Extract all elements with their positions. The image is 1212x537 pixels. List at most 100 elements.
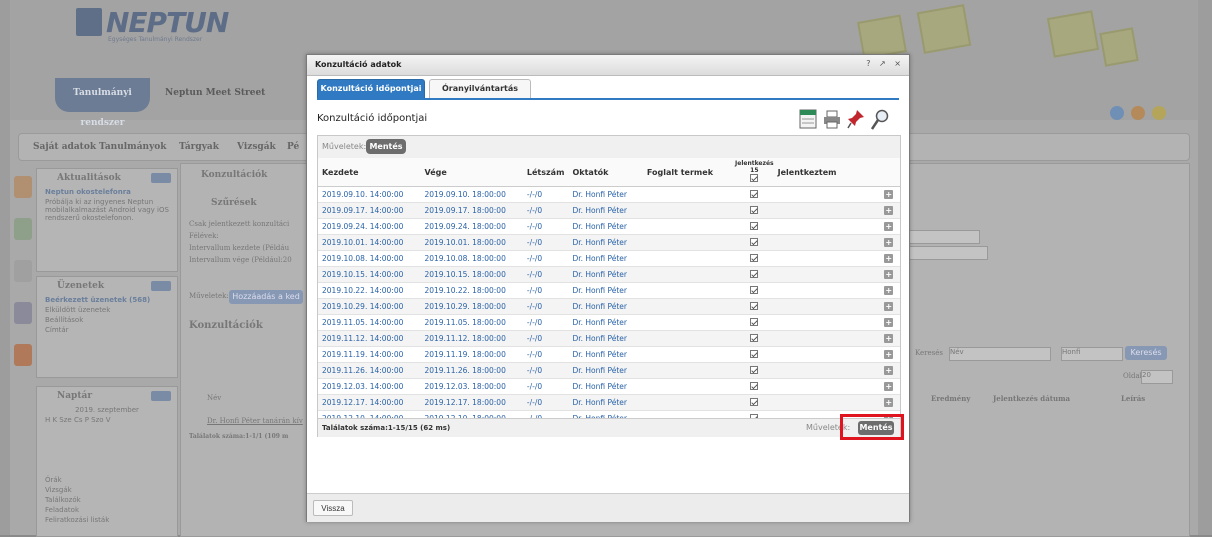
select-all-checkbox[interactable]	[750, 174, 759, 182]
table-row[interactable]: 2019.10.29. 14:00:00 2019.10.29. 18:00:00…	[318, 298, 900, 315]
cell-teacher[interactable]: Dr. Honfi Péter	[568, 266, 643, 283]
cell-end[interactable]: 2019.09.24. 18:00:00	[420, 218, 523, 235]
inbox-link[interactable]: Beérkezett üzenetek (568)	[37, 295, 177, 305]
cell-teacher[interactable]: Dr. Honfi Péter	[568, 378, 643, 395]
cell-end[interactable]: 2019.12.03. 18:00:00	[420, 378, 523, 395]
cell-end[interactable]: 2019.09.10. 18:00:00	[420, 186, 523, 203]
plus-icon[interactable]: +	[884, 238, 894, 247]
col-vege[interactable]: Vége	[420, 158, 523, 187]
jelentkezes-checkbox[interactable]	[750, 205, 759, 214]
cell-teacher[interactable]: Dr. Honfi Péter	[568, 362, 643, 379]
search-field-select[interactable]: Név	[949, 347, 1051, 361]
consultation-row-link[interactable]: Dr. Honfi Péter tanárán kív	[207, 417, 303, 425]
tab-konzultacio-idopontjai[interactable]: Konzultáció időpontjai	[317, 79, 425, 99]
pin-icon[interactable]	[847, 109, 865, 129]
header-link[interactable]: Neptun Meet Street	[165, 88, 265, 98]
cell-start[interactable]: 2019.10.08. 14:00:00	[318, 250, 421, 267]
plus-icon[interactable]: +	[884, 286, 894, 295]
table-row[interactable]: 2019.11.26. 14:00:00 2019.11.26. 18:00:00…	[318, 362, 900, 379]
box-controls[interactable]	[151, 281, 171, 291]
table-row[interactable]: 2019.12.03. 14:00:00 2019.12.03. 18:00:00…	[318, 378, 900, 395]
sent-link[interactable]: Elküldött üzenetek	[37, 305, 177, 315]
help-icon[interactable]	[1130, 106, 1145, 120]
jelentkezes-checkbox[interactable]	[750, 397, 759, 406]
cell-end[interactable]: 2019.09.17. 18:00:00	[420, 202, 523, 219]
save-button-top[interactable]: Mentés	[366, 139, 406, 154]
felev-select[interactable]	[906, 230, 980, 244]
cell-start[interactable]: 2019.10.15. 14:00:00	[318, 266, 421, 283]
plus-icon[interactable]: +	[884, 190, 894, 199]
close-icon[interactable]: ×	[894, 59, 901, 68]
table-row[interactable]: 2019.10.08. 14:00:00 2019.10.08. 18:00:00…	[318, 250, 900, 267]
tab-oranyilvantartas[interactable]: Óranyilvántartás	[429, 79, 531, 99]
jelentkezes-checkbox[interactable]	[750, 253, 759, 262]
nav-item-vizsgak[interactable]: Vizsgák	[237, 142, 276, 152]
back-button[interactable]: Vissza	[313, 500, 353, 516]
box-controls[interactable]	[151, 173, 171, 183]
cell-end[interactable]: 2019.11.12. 18:00:00	[420, 330, 523, 347]
plus-icon[interactable]: +	[884, 206, 894, 215]
table-row[interactable]: 2019.12.17. 14:00:00 2019.12.17. 18:00:00…	[318, 394, 900, 411]
search-button[interactable]: Keresés	[1125, 346, 1167, 360]
cell-teacher[interactable]: Dr. Honfi Péter	[568, 346, 643, 363]
plus-icon[interactable]: +	[884, 350, 894, 359]
jelentkezes-checkbox[interactable]	[750, 301, 759, 310]
jelentkezes-checkbox[interactable]	[750, 269, 759, 278]
table-row[interactable]: 2019.10.15. 14:00:00 2019.10.15. 18:00:00…	[318, 266, 900, 283]
modal-titlebar[interactable]: Konzultáció adatok ? ↗ ×	[307, 55, 909, 76]
table-row[interactable]: 2019.09.10. 14:00:00 2019.09.10. 18:00:00…	[318, 186, 900, 203]
nav-item-tanulmanyok[interactable]: Tanulmányok	[99, 142, 167, 152]
check-feliratkozasi[interactable]: Feliratkozási listák	[37, 515, 177, 525]
plus-icon[interactable]: +	[884, 270, 894, 279]
calendar-icon[interactable]	[14, 302, 32, 324]
globe-icon[interactable]	[1110, 106, 1124, 120]
cell-start[interactable]: 2019.12.17. 14:00:00	[318, 394, 421, 411]
excel-export-icon[interactable]	[799, 109, 817, 129]
jelentkezes-checkbox[interactable]	[750, 349, 759, 358]
cell-start[interactable]: 2019.10.22. 14:00:00	[318, 282, 421, 299]
box-controls[interactable]	[151, 391, 171, 401]
table-row[interactable]: 2019.11.12. 14:00:00 2019.11.12. 18:00:00…	[318, 330, 900, 347]
col-foglalt-termek[interactable]: Foglalt termek	[642, 158, 736, 187]
chat-icon[interactable]	[14, 344, 32, 366]
cell-teacher[interactable]: Dr. Honfi Péter	[568, 330, 643, 347]
check-talalkozok[interactable]: Találkozók	[37, 495, 177, 505]
jelentkezes-checkbox[interactable]	[750, 317, 759, 326]
cell-teacher[interactable]: Dr. Honfi Péter	[568, 234, 643, 251]
cell-teacher[interactable]: Dr. Honfi Péter	[568, 298, 643, 315]
cell-end[interactable]: 2019.10.08. 18:00:00	[420, 250, 523, 267]
page-size-select[interactable]: 20	[1141, 370, 1173, 384]
interval-start-field[interactable]	[906, 246, 988, 260]
cell-teacher[interactable]: Dr. Honfi Péter	[568, 314, 643, 331]
table-row[interactable]: 2019.11.19. 14:00:00 2019.11.19. 18:00:00…	[318, 346, 900, 363]
okostelefon-link[interactable]: Neptun okostelefonra	[37, 187, 177, 197]
nav-item-sajat-adatok[interactable]: Saját adatok	[33, 142, 96, 152]
jelentkezes-checkbox[interactable]	[750, 381, 759, 390]
plus-icon[interactable]: +	[884, 318, 894, 327]
home-icon[interactable]	[14, 218, 32, 240]
jelentkezes-checkbox[interactable]	[750, 237, 759, 246]
plus-icon[interactable]: +	[884, 398, 894, 407]
search-input[interactable]: Honfi	[1061, 347, 1123, 361]
table-row[interactable]: 2019.09.24. 14:00:00 2019.09.24. 18:00:00…	[318, 218, 900, 235]
cell-end[interactable]: 2019.10.22. 18:00:00	[420, 282, 523, 299]
cell-teacher[interactable]: Dr. Honfi Péter	[568, 202, 643, 219]
plus-icon[interactable]: +	[884, 334, 894, 343]
table-row[interactable]: 2019.11.05. 14:00:00 2019.11.05. 18:00:00…	[318, 314, 900, 331]
cell-teacher[interactable]: Dr. Honfi Péter	[568, 394, 643, 411]
settings-link[interactable]: Beállítások	[37, 315, 177, 325]
table-row[interactable]: 2019.10.22. 14:00:00 2019.10.22. 18:00:00…	[318, 282, 900, 299]
search-magnifier-icon[interactable]	[871, 109, 889, 131]
directory-link[interactable]: Címtár	[37, 325, 177, 335]
cell-end[interactable]: 2019.10.29. 18:00:00	[420, 298, 523, 315]
header-tab[interactable]: Tanulmányi rendszer	[55, 78, 150, 128]
jelentkezes-checkbox[interactable]	[750, 285, 759, 294]
check-orak[interactable]: Órák	[37, 475, 177, 485]
jelentkezes-checkbox[interactable]	[750, 221, 759, 230]
settings-icon[interactable]	[1151, 106, 1166, 120]
nav-item-targyak[interactable]: Tárgyak	[179, 142, 219, 152]
help-icon[interactable]: ?	[866, 59, 870, 68]
cell-teacher[interactable]: Dr. Honfi Péter	[568, 282, 643, 299]
cell-end[interactable]: 2019.11.26. 18:00:00	[420, 362, 523, 379]
cell-start[interactable]: 2019.10.29. 14:00:00	[318, 298, 421, 315]
